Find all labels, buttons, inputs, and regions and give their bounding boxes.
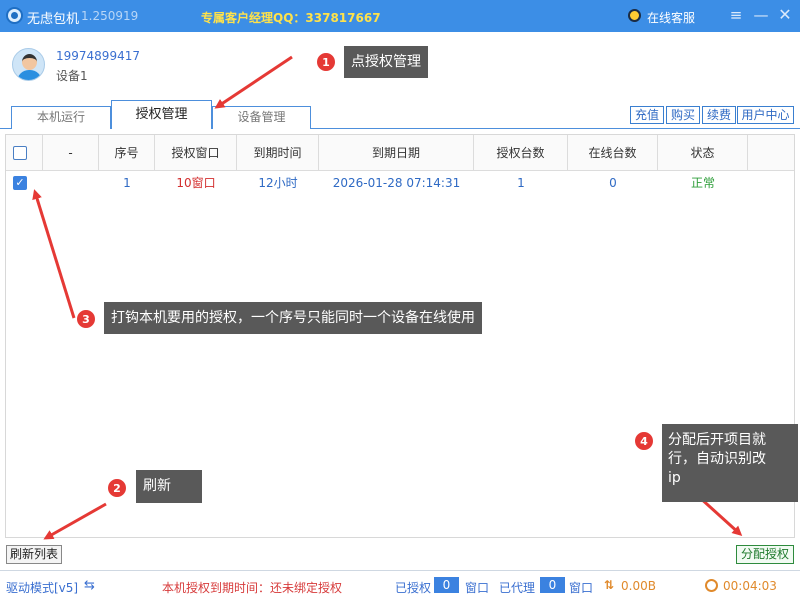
header-select-cell (6, 135, 43, 171)
agent-count: 0 (540, 577, 565, 593)
close-icon[interactable]: ✕ (776, 6, 794, 24)
annotation-4-line: ip (668, 470, 681, 486)
annotation-badge-1: 1 (316, 52, 336, 72)
menu-icon[interactable]: ≡ (727, 6, 745, 24)
avatar (12, 48, 45, 81)
online-service-link[interactable]: 在线客服 (647, 9, 695, 26)
column-header: 授权台数 (474, 135, 568, 171)
authorized-unit: 窗口 (465, 581, 490, 595)
annotation-badge-2: 2 (107, 478, 127, 498)
annotation-badge-3: 3 (76, 309, 96, 329)
row-checkbox[interactable]: ✓ (13, 176, 27, 190)
column-header: 序号 (99, 135, 155, 171)
row-select-cell: ✓ (6, 171, 43, 195)
driver-mode[interactable]: 驱动模式[v5] (6, 579, 78, 596)
annotation-callout-3: 打钩本机要用的授权，一个序号只能同时一个设备在线使用 (104, 302, 482, 334)
renew-button[interactable]: 续费 (702, 106, 736, 124)
switch-icon[interactable]: ⇆ (84, 578, 95, 593)
app-logo-icon (6, 7, 23, 24)
app-name: 无虑包机 (27, 12, 80, 27)
avatar-body (17, 70, 42, 80)
recharge-button[interactable]: 充值 (630, 106, 664, 124)
row-dash (43, 171, 99, 195)
annotation-callout-2: 刷新 (136, 470, 202, 503)
row-window: 10窗口 (176, 176, 216, 190)
user-center-button[interactable]: 用户中心 (737, 106, 794, 124)
column-header: 到期日期 (319, 135, 474, 171)
annotation-callout-4: 分配后开项目就 行，自动识别改 ip (662, 424, 798, 502)
row-auth-count: 1 (517, 176, 525, 190)
status-bar: 驱动模式[v5] ⇆ 本机授权到期时间：还未绑定授权 已授权 0 窗口 已代理 … (0, 570, 800, 600)
tab-auth-management[interactable]: 授权管理 (111, 100, 212, 129)
device-name: 设备1 (56, 69, 88, 83)
select-all-checkbox[interactable] (13, 146, 27, 160)
table-header: - 序号 授权窗口 到期时间 到期日期 授权台数 在线台数 状态 (6, 135, 794, 171)
avatar-head (22, 54, 37, 70)
row-index: 1 (123, 176, 131, 190)
arrow-1 (214, 55, 293, 109)
auth-expire-text: 本机授权到期时间：还未绑定授权 (162, 581, 343, 595)
headset-icon[interactable] (628, 9, 641, 22)
annotation-callout-1: 点授权管理 (344, 46, 428, 78)
annotation-4-line: 行，自动识别改 (668, 451, 766, 467)
qq-contact: 专属客户经理QQ：337817667 (201, 11, 381, 25)
account-number: 19974899417 (56, 49, 140, 63)
annotation-badge-4: 4 (634, 431, 654, 451)
annotation-4-line: 分配后开项目就 (668, 432, 766, 448)
authorized-label: 已授权 (395, 581, 432, 595)
timer-value: 00:04:03 (723, 579, 777, 593)
minimize-icon[interactable]: — (752, 6, 770, 24)
column-header: 在线台数 (568, 135, 658, 171)
row-online-count: 0 (609, 176, 617, 190)
agent-label: 已代理 (499, 581, 536, 595)
clock-icon (705, 579, 718, 592)
column-header: - (43, 135, 99, 171)
row-status: 正常 (690, 176, 715, 190)
row-expire-date: 2026-01-28 07:14:31 (332, 176, 461, 190)
refresh-list-button[interactable]: 刷新列表 (6, 545, 62, 564)
column-header: 授权窗口 (155, 135, 237, 171)
column-header: 状态 (658, 135, 748, 171)
authorized-count: 0 (434, 577, 459, 593)
assign-auth-button[interactable]: 分配授权 (736, 545, 794, 564)
agent-unit: 窗口 (569, 581, 594, 595)
tab-device-management[interactable]: 设备管理 (212, 106, 311, 129)
row-duration: 12小时 (258, 176, 298, 190)
traffic-icon: ⇅ (604, 578, 615, 592)
app-version: 1.250919 (81, 9, 139, 23)
buy-button[interactable]: 购买 (666, 106, 700, 124)
tab-local-run[interactable]: 本机运行 (11, 106, 111, 129)
traffic-value: 0.00B (621, 579, 656, 593)
column-header: 到期时间 (237, 135, 319, 171)
table-row[interactable]: ✓ 1 10窗口 12小时 2026-01-28 07:14:31 1 0 正常 (6, 171, 794, 195)
title-bar: 无虑包机 1.250919 专属客户经理QQ：337817667 在线客服 ≡ … (0, 0, 800, 32)
